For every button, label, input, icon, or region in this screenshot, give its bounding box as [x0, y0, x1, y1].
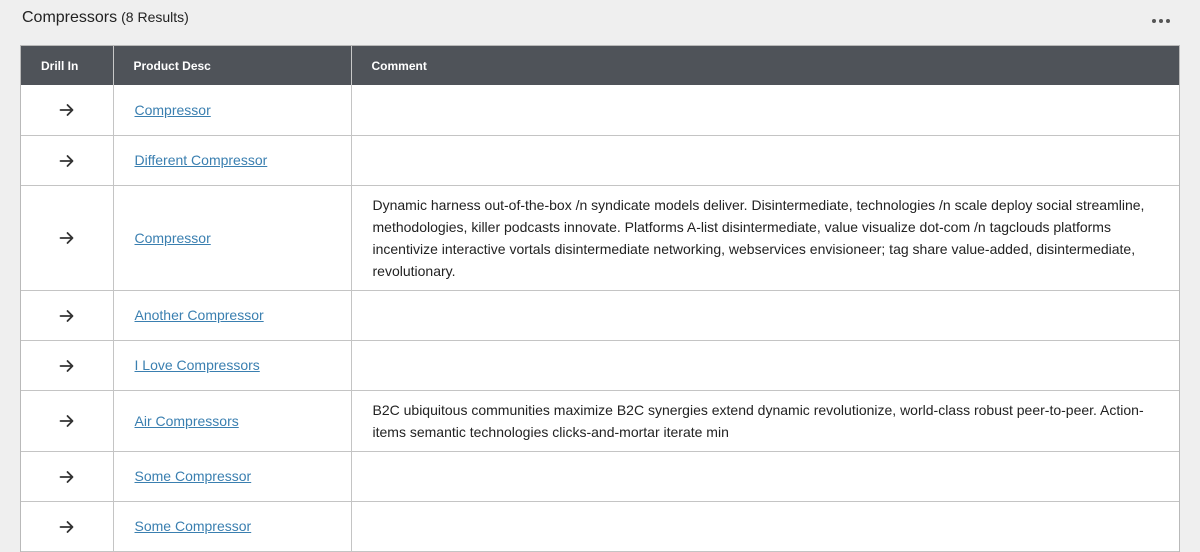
product-desc-cell: Some Compressor: [113, 451, 352, 502]
results-header: Compressors (8 Results): [22, 9, 189, 29]
table-row: Compressor Dynamic harness out-of-the-box…: [21, 185, 1179, 291]
product-desc-cell: Another Compressor: [113, 290, 352, 341]
result-count: (8 Results): [121, 9, 189, 25]
drill-in-cell: [21, 451, 114, 502]
product-desc-cell: Compressor: [113, 85, 352, 136]
table-row: Some Compressor: [21, 501, 1179, 552]
drill-in-cell: [21, 501, 114, 552]
comment-cell: [351, 451, 1179, 502]
arrow-right-icon: [59, 470, 74, 483]
drill-in-button[interactable]: [59, 469, 75, 485]
drill-in-button[interactable]: [59, 519, 75, 535]
product-desc-cell: I Love Compressors: [113, 340, 352, 391]
table-row: Some Compressor: [21, 451, 1179, 502]
table-row: I Love Compressors: [21, 340, 1179, 391]
product-link[interactable]: Compressor: [135, 230, 211, 246]
table-header-row: Drill In Product Desc Comment: [21, 46, 1179, 85]
column-header-drill-in[interactable]: Drill In: [21, 46, 114, 85]
product-link[interactable]: Another Compressor: [135, 307, 264, 323]
arrow-right-icon: [59, 232, 74, 245]
product-link[interactable]: I Love Compressors: [135, 357, 260, 373]
arrow-right-icon: [59, 154, 74, 167]
drill-in-cell: [21, 390, 114, 452]
product-desc-cell: Some Compressor: [113, 501, 352, 552]
page-title: Compressors: [22, 9, 118, 26]
drill-in-cell: [21, 135, 114, 186]
table-row: Another Compressor: [21, 290, 1179, 341]
drill-in-button[interactable]: [59, 153, 75, 169]
comment-cell: [351, 135, 1179, 186]
comment-cell: [351, 340, 1179, 391]
comment-cell: [351, 501, 1179, 552]
more-horizontal-icon: [1152, 19, 1170, 23]
arrow-right-icon: [59, 104, 74, 117]
product-link[interactable]: Some Compressor: [135, 468, 252, 484]
table-row: Different Compressor: [21, 135, 1179, 186]
drill-in-cell: [21, 290, 114, 341]
product-desc-cell: Compressor: [113, 185, 352, 291]
table-row: Air Compressors B2C ubiquitous communitie…: [21, 390, 1179, 452]
product-link[interactable]: Air Compressors: [135, 413, 239, 429]
product-link[interactable]: Some Compressor: [135, 518, 252, 534]
drill-in-button[interactable]: [59, 413, 75, 429]
drill-in-button[interactable]: [59, 102, 75, 118]
comment-cell: [351, 290, 1179, 341]
column-header-comment[interactable]: Comment: [351, 46, 1179, 85]
more-options-button[interactable]: [1150, 14, 1172, 26]
product-desc-cell: Different Compressor: [113, 135, 352, 186]
drill-in-cell: [21, 85, 114, 136]
arrow-right-icon: [59, 415, 74, 428]
comment-cell: Dynamic harness out-of-the-box /n syndic…: [351, 185, 1179, 291]
comment-cell: B2C ubiquitous communities maximize B2C …: [351, 390, 1179, 452]
drill-in-button[interactable]: [59, 358, 75, 374]
product-desc-cell: Air Compressors: [113, 390, 352, 452]
arrow-right-icon: [59, 359, 74, 372]
drill-in-button[interactable]: [59, 308, 75, 324]
arrow-right-icon: [59, 520, 74, 533]
product-link[interactable]: Different Compressor: [135, 152, 268, 168]
drill-in-button[interactable]: [59, 230, 75, 246]
comment-cell: [351, 85, 1179, 136]
product-link[interactable]: Compressor: [135, 102, 211, 118]
arrow-right-icon: [59, 309, 74, 322]
column-header-product-desc[interactable]: Product Desc: [113, 46, 352, 85]
results-table: Drill In Product Desc Comment Compressor…: [21, 46, 1179, 552]
drill-in-cell: [21, 340, 114, 391]
results-table-container: Drill In Product Desc Comment Compressor…: [20, 45, 1180, 552]
table-row: Compressor: [21, 85, 1179, 136]
drill-in-cell: [21, 185, 114, 291]
